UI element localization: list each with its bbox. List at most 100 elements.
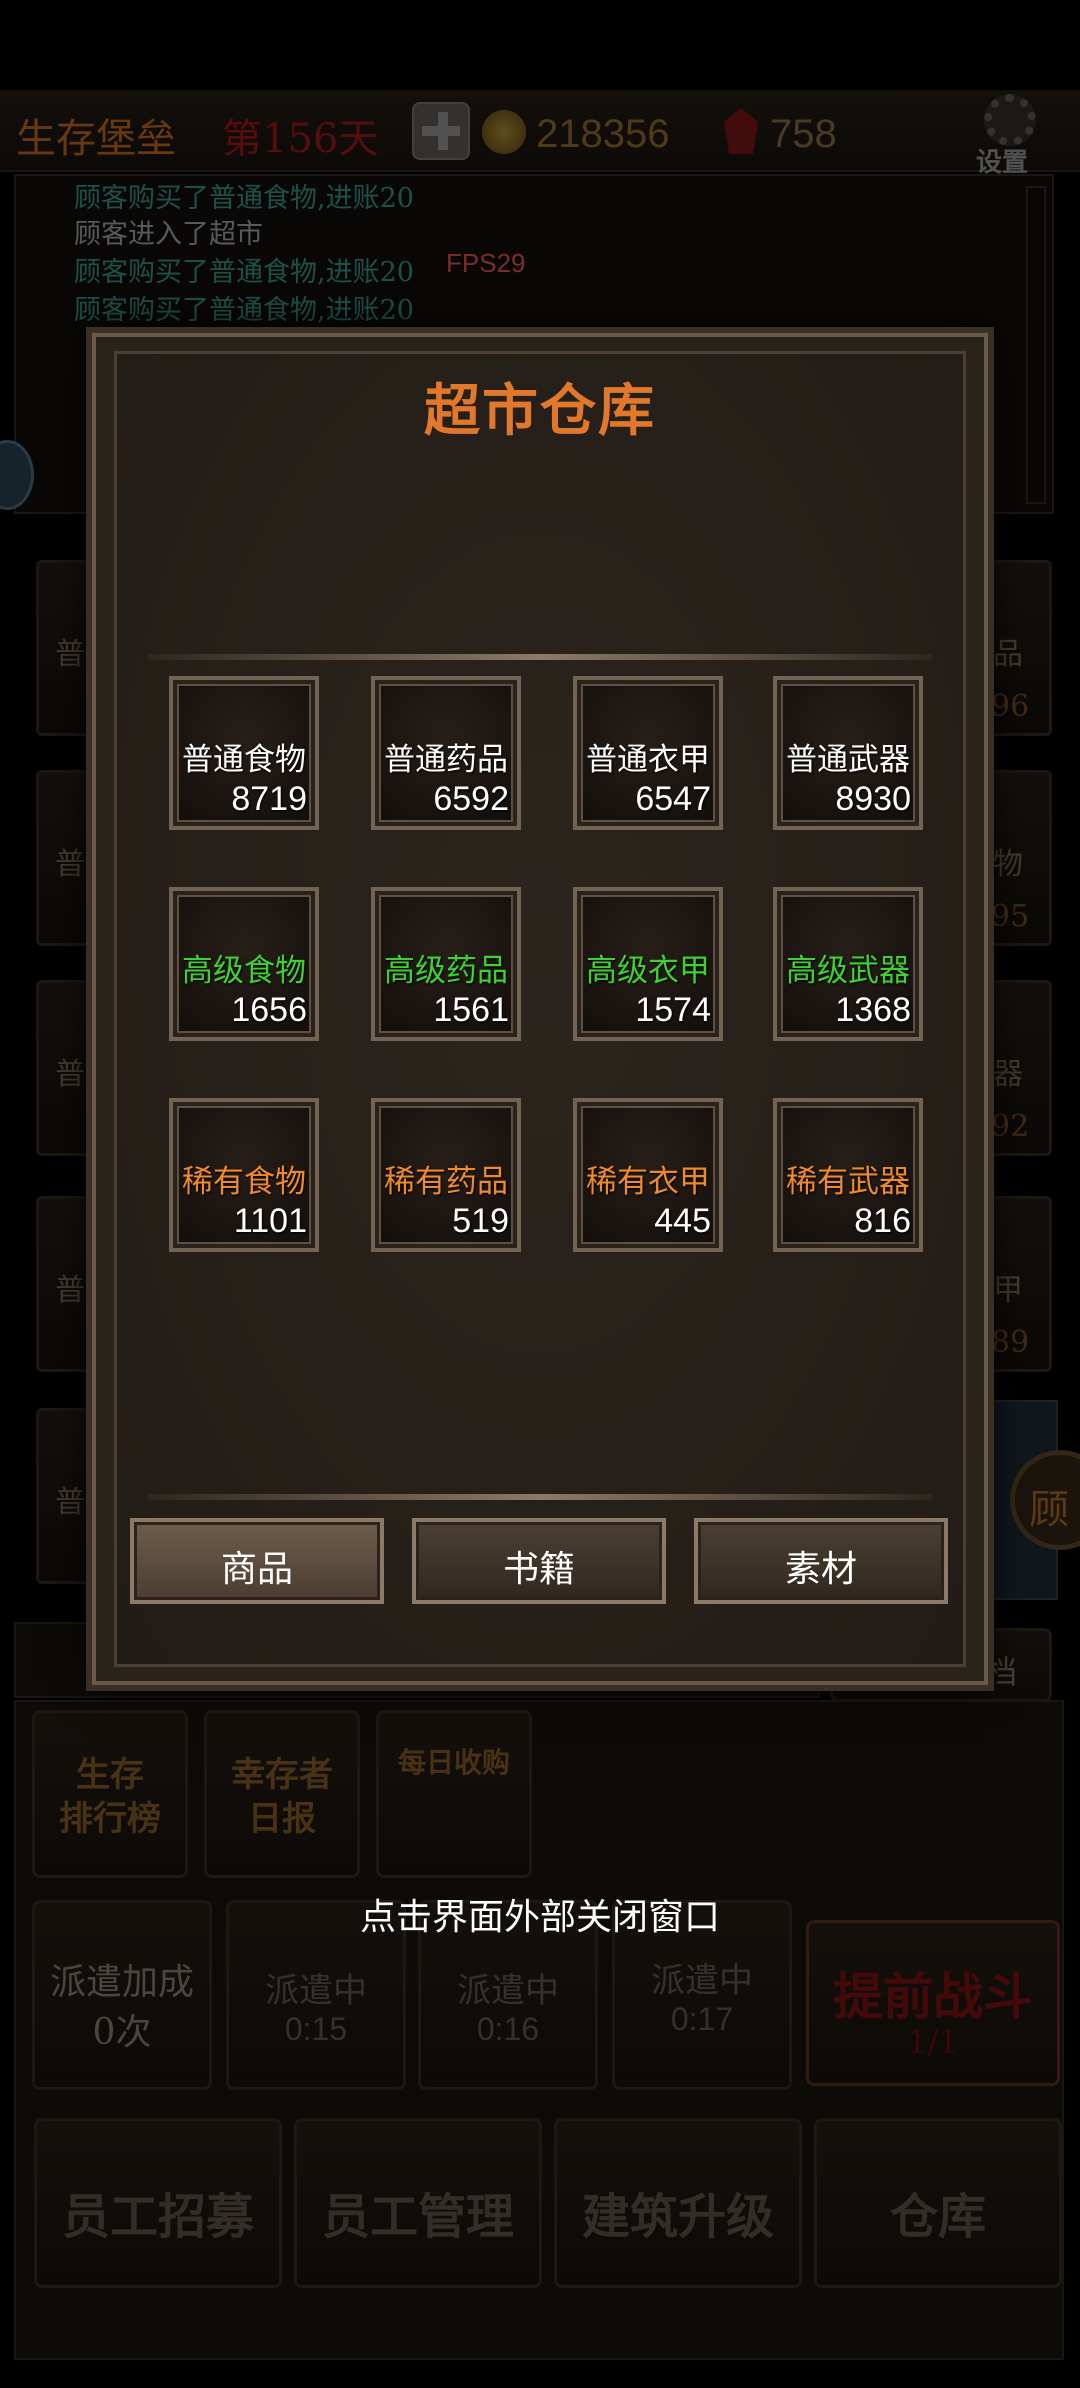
right-card-number: 92 <box>991 1109 1030 1144</box>
item-name: 高级武器 <box>786 953 910 989</box>
item-count: 8719 <box>231 780 307 818</box>
divider <box>147 1494 933 1500</box>
tab-books[interactable]: 书籍 <box>412 1518 666 1604</box>
item-name: 高级药品 <box>384 953 508 989</box>
upgrade-building-label: 建筑升级 <box>581 2189 774 2245</box>
dispatch-slot-label: 派遣中 <box>265 1971 367 2011</box>
ranking-label-2: 排行榜 <box>59 1799 161 1839</box>
item-slot[interactable]: 稀有武器 816 <box>773 1098 923 1252</box>
item-slot[interactable]: 高级食物 1656 <box>169 887 319 1041</box>
tab-materials-label: 素材 <box>784 1549 857 1590</box>
item-count: 816 <box>854 1202 911 1240</box>
report-label-2: 日报 <box>248 1799 316 1839</box>
right-card-number: 95 <box>991 899 1030 934</box>
dialog-inner: 超市仓库 普通食物 8719 普通药品 6592 普通衣甲 6547 普通武器 8930 高级食… <box>114 351 966 1667</box>
left-card-label: 普 <box>55 1485 85 1520</box>
gem-icon <box>724 108 758 154</box>
left-card-label: 普 <box>55 1057 85 1092</box>
item-name: 普通衣甲 <box>586 742 710 778</box>
dispatch-slot-time: 0:17 <box>670 2001 734 2037</box>
item-slot[interactable]: 普通武器 8930 <box>773 676 923 830</box>
right-card-number: 89 <box>991 1325 1030 1360</box>
early-battle-label: 提前战斗 <box>833 1967 1033 2026</box>
item-name: 普通药品 <box>384 742 508 778</box>
right-card-number: 96 <box>991 689 1030 724</box>
dispatch-slot-label: 派遣中 <box>651 1961 753 2001</box>
left-card-label: 普 <box>55 847 85 882</box>
item-count: 6592 <box>433 780 509 818</box>
item-count: 1368 <box>835 991 911 1029</box>
day-counter: 第156天 <box>222 116 379 162</box>
gem-count: 758 <box>770 112 837 156</box>
left-card[interactable]: 普 <box>36 770 96 946</box>
right-card[interactable]: 品 96 <box>988 560 1052 736</box>
right-card-label: 物 <box>993 847 1023 882</box>
customer-button-label: 顾 <box>1029 1487 1069 1533</box>
item-slot[interactable]: 稀有衣甲 445 <box>573 1098 723 1252</box>
manage-staff-button[interactable]: 员工管理 <box>294 2118 542 2288</box>
item-count: 1574 <box>635 991 711 1029</box>
log-line: 顾客购买了普通食物,进账20 <box>74 295 414 326</box>
tab-goods[interactable]: 商品 <box>130 1518 384 1604</box>
left-card[interactable]: 普 <box>36 1196 96 1372</box>
tab-books-label: 书籍 <box>502 1549 575 1590</box>
item-name: 稀有食物 <box>182 1164 306 1200</box>
left-card-label: 普 <box>55 1273 85 1308</box>
fps-counter: FPS29 <box>446 248 526 278</box>
close-hint: 点击界面外部关闭窗口 <box>359 1897 720 1938</box>
tab-materials[interactable]: 素材 <box>694 1518 948 1604</box>
early-battle-count: 1/1 <box>907 2023 959 2061</box>
item-slot[interactable]: 稀有食物 1101 <box>169 1098 319 1252</box>
right-card-label: 品 <box>993 637 1023 672</box>
ranking-label-1: 生存 <box>76 1755 144 1795</box>
add-icon[interactable] <box>412 102 470 160</box>
right-card[interactable]: 器 92 <box>988 980 1052 1156</box>
log-scrollbar[interactable] <box>1026 186 1046 504</box>
item-count: 519 <box>452 1202 509 1240</box>
left-card[interactable]: 普 <box>36 560 96 736</box>
warehouse-label: 仓库 <box>889 2189 986 2245</box>
warehouse-button[interactable]: 仓库 <box>814 2118 1062 2288</box>
item-count: 8930 <box>835 780 911 818</box>
coin-count: 218356 <box>536 112 670 156</box>
left-card-label: 普 <box>55 637 85 672</box>
item-slot[interactable]: 稀有药品 519 <box>371 1098 521 1252</box>
item-slot[interactable]: 高级武器 1368 <box>773 887 923 1041</box>
item-slot[interactable]: 普通衣甲 6547 <box>573 676 723 830</box>
right-card[interactable]: 物 95 <box>988 770 1052 946</box>
item-slot[interactable]: 普通药品 6592 <box>371 676 521 830</box>
log-line: 顾客购买了普通食物,进账20 <box>74 183 414 214</box>
item-name: 普通武器 <box>786 742 910 778</box>
item-name: 稀有武器 <box>786 1164 910 1200</box>
survival-ranking-button[interactable]: 生存 排行榜 <box>32 1710 188 1878</box>
item-count: 445 <box>654 1202 711 1240</box>
left-card[interactable]: 普 <box>36 980 96 1156</box>
tab-goods-label: 商品 <box>220 1549 293 1590</box>
survivor-report-button[interactable]: 幸存者 日报 <box>204 1710 360 1878</box>
daily-purchase-label: 每日收购 <box>397 1746 510 1779</box>
dispatch-bonus-value: 0次 <box>92 2012 152 2053</box>
item-slot[interactable]: 高级药品 1561 <box>371 887 521 1041</box>
recruit-staff-button[interactable]: 员工招募 <box>34 2118 282 2288</box>
item-name: 稀有衣甲 <box>586 1164 710 1200</box>
dispatch-bonus-label: 派遣加成 <box>49 1962 194 2003</box>
item-count: 6547 <box>635 780 711 818</box>
early-battle-button[interactable]: 提前战斗 1/1 <box>806 1920 1060 2086</box>
divider <box>147 654 933 660</box>
log-line: 顾客进入了超市 <box>74 219 263 250</box>
dispatch-slot-time: 0:16 <box>476 2011 540 2047</box>
dispatch-slot-time: 0:15 <box>284 2011 348 2047</box>
right-card-label: 甲 <box>993 1273 1023 1308</box>
log-line: 顾客购买了普通食物,进账20 <box>74 257 414 288</box>
item-name: 高级衣甲 <box>586 953 710 989</box>
left-card[interactable]: 普 <box>36 1408 96 1584</box>
settings-gear-icon[interactable] <box>984 94 1036 146</box>
upgrade-building-button[interactable]: 建筑升级 <box>554 2118 802 2288</box>
item-count: 1656 <box>231 991 307 1029</box>
daily-purchase-button[interactable]: 每日收购 <box>376 1710 532 1878</box>
item-name: 普通食物 <box>182 742 306 778</box>
item-slot[interactable]: 普通食物 8719 <box>169 676 319 830</box>
right-card[interactable]: 甲 89 <box>988 1196 1052 1372</box>
manage-staff-label: 员工管理 <box>321 2189 514 2245</box>
item-slot[interactable]: 高级衣甲 1574 <box>573 887 723 1041</box>
